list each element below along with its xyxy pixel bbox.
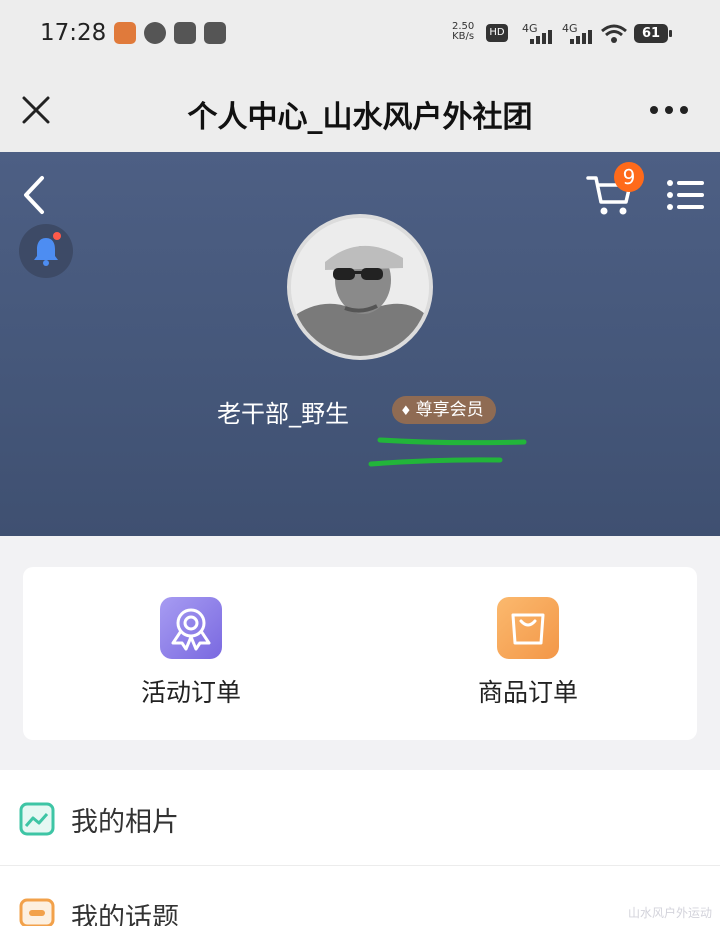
square-notification-icon <box>174 22 196 44</box>
avatar[interactable] <box>287 214 433 360</box>
member-badge: ♦ 尊享会员 <box>392 396 496 424</box>
app-notification-icon <box>114 22 136 44</box>
menu-list-icon[interactable] <box>666 178 704 212</box>
activity-orders-button[interactable]: 活动订单 <box>91 597 291 709</box>
sim1-signal-icon <box>530 28 554 44</box>
orders-card: 活动订单 商品订单 <box>23 567 697 740</box>
unread-dot <box>53 232 61 240</box>
status-bar: 17:28 2.50 KB/s HD 4G 4G 61 <box>0 0 720 70</box>
my-topics-item[interactable]: 我的话题 <box>0 866 720 926</box>
diamond-icon: ♦ <box>400 404 412 419</box>
sim2-signal-icon <box>570 28 594 44</box>
profile-header: 9 老干部_野生 ♦ 尊享会员 <box>0 152 720 536</box>
green-scribble-annotation <box>368 437 527 467</box>
photo-icon <box>19 802 55 836</box>
activity-orders-label: 活动订单 <box>140 678 241 707</box>
member-badge-label: 尊享会员 <box>415 400 484 420</box>
more-options-icon[interactable] <box>648 102 690 118</box>
bag-notification-icon <box>204 22 226 44</box>
chat-bubble-icon <box>19 898 55 926</box>
my-topics-label: 我的话题 <box>71 903 179 926</box>
my-photos-label: 我的相片 <box>71 807 179 838</box>
battery-icon: 61 <box>634 24 672 43</box>
status-time: 17:28 <box>40 20 107 46</box>
page-title: 个人中心_山水风户外社团 <box>187 100 533 135</box>
goods-orders-label: 商品订单 <box>477 678 578 707</box>
back-arrow-icon[interactable] <box>18 174 50 216</box>
goods-orders-button[interactable]: 商品订单 <box>428 597 628 709</box>
notification-button[interactable] <box>19 224 73 278</box>
shopping-bag-icon <box>497 597 559 659</box>
cart-count-badge: 9 <box>614 162 644 192</box>
avatar-photo <box>291 218 429 356</box>
username: 老干部_野生 <box>217 400 349 428</box>
hd-voice-icon: HD <box>486 24 508 42</box>
network-speed-unit: KB/s <box>452 31 475 42</box>
watermark: 山水风户外运动 <box>627 906 712 920</box>
hand-notification-icon <box>144 22 166 44</box>
award-ribbon-icon <box>160 597 222 659</box>
network-speed: 2.50 KB/s <box>452 22 474 42</box>
wifi-icon <box>601 24 627 43</box>
my-photos-item[interactable]: 我的相片 <box>0 770 720 865</box>
title-bar: 个人中心_山水风户外社团 <box>0 70 720 152</box>
